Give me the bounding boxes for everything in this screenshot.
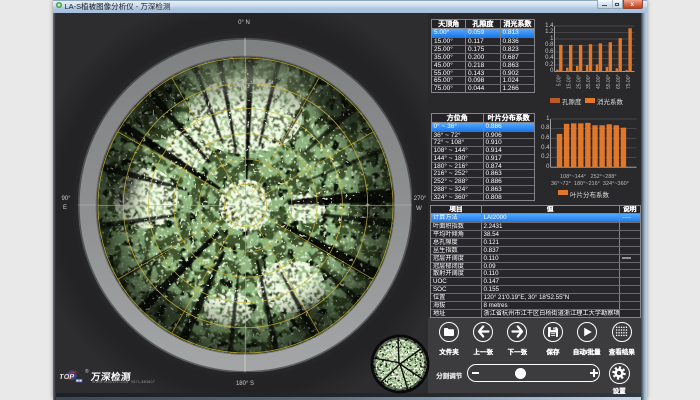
svg-text:P: P bbox=[69, 373, 75, 381]
